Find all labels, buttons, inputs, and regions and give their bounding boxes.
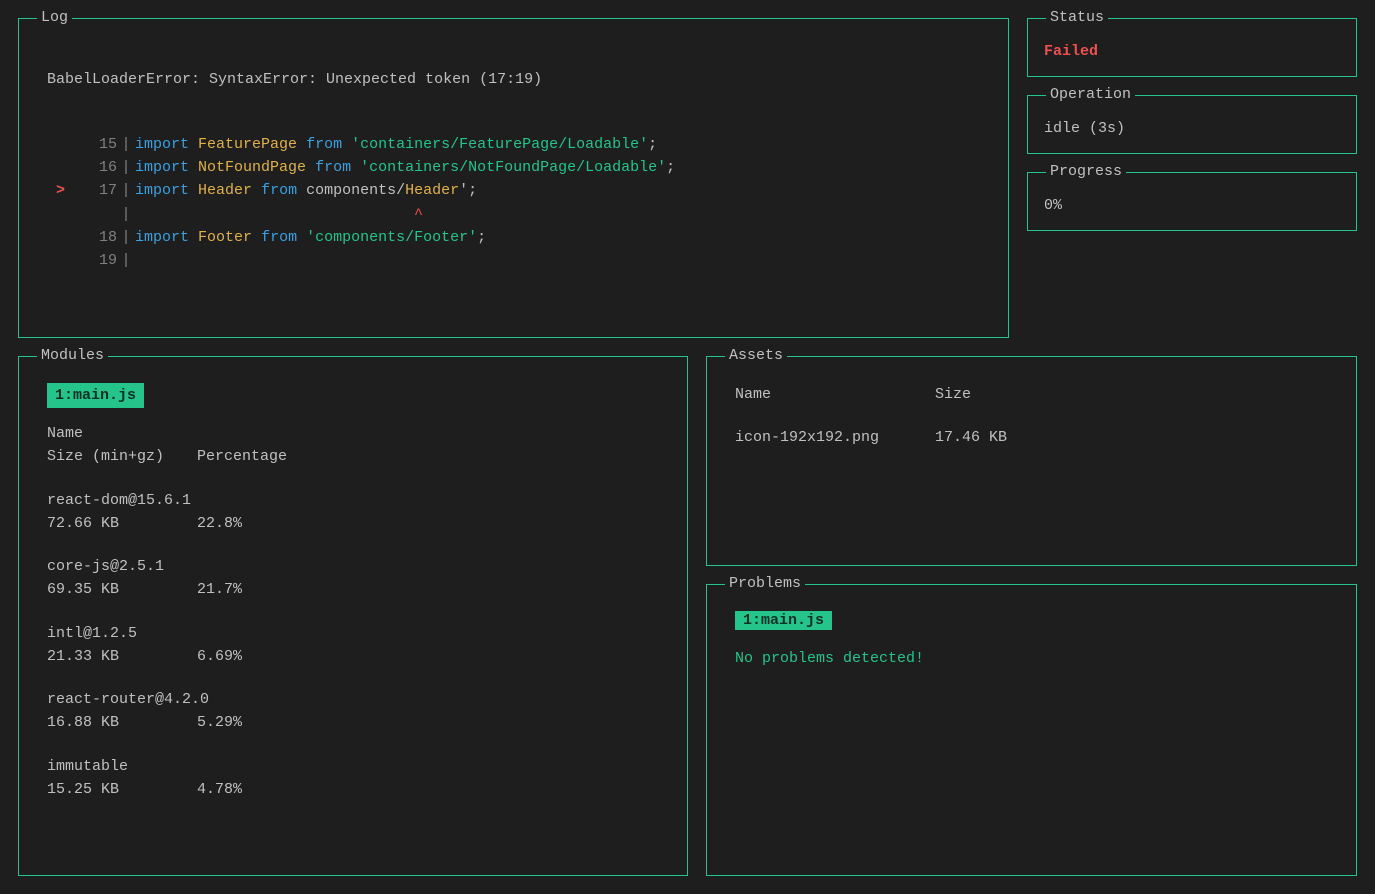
module-name: intl@1.2.5 [47,622,669,645]
log-panel-title: Log [37,9,72,26]
assets-header-size: Size [935,383,971,406]
module-pct: 21.7% [197,578,242,601]
log-body: BabelLoaderError: SyntaxError: Unexpecte… [37,45,990,319]
module-size: 16.88 KB [47,711,197,734]
assets-panel-title: Assets [725,347,787,364]
log-error-header: BabelLoaderError: SyntaxError: Unexpecte… [47,68,990,91]
module-size: 69.35 KB [47,578,197,601]
module-name: immutable [47,755,669,778]
problems-badge[interactable]: 1:main.js [735,611,832,630]
log-panel: Log BabelLoaderError: SyntaxError: Unexp… [18,18,1009,338]
module-pct: 4.78% [197,778,242,801]
modules-header-name: Name [47,422,669,445]
code-line: 18 | import Footer from 'components/Foot… [47,226,675,249]
modules-headers: Name Size (min+gz) Percentage [47,422,669,469]
module-item: immutable 15.25 KB 4.78% [47,755,669,802]
assets-panel: Assets Name Size icon-192x192.png 17.46 … [706,356,1357,566]
code-block: 15 | import FeaturePage from 'containers… [47,133,675,273]
module-pct: 6.69% [197,645,242,668]
module-item: intl@1.2.5 21.33 KB 6.69% [47,622,669,669]
status-value: Failed [1044,43,1340,60]
caret-line: | ^ [47,203,675,226]
assets-header-name: Name [735,383,935,406]
progress-panel-title: Progress [1046,163,1126,180]
error-marker-icon: > [47,179,65,202]
caret-icon: ^ [414,206,423,223]
module-size: 72.66 KB [47,512,197,535]
problems-message: No problems detected! [735,650,1338,667]
module-item: react-router@4.2.0 16.88 KB 5.29% [47,688,669,735]
progress-panel: Progress 0% [1027,172,1357,231]
asset-size: 17.46 KB [935,426,1007,449]
module-pct: 5.29% [197,711,242,734]
modules-panel-title: Modules [37,347,108,364]
module-name: core-js@2.5.1 [47,555,669,578]
module-item: core-js@2.5.1 69.35 KB 21.7% [47,555,669,602]
code-line: 15 | import FeaturePage from 'containers… [47,133,675,156]
code-line: 16 | import NotFoundPage from 'container… [47,156,675,179]
module-size: 21.33 KB [47,645,197,668]
module-name: react-dom@15.6.1 [47,489,669,512]
module-pct: 22.8% [197,512,242,535]
modules-badge[interactable]: 1:main.js [47,383,144,408]
modules-header-size: Size (min+gz) [47,445,197,468]
module-size: 15.25 KB [47,778,197,801]
module-item: react-dom@15.6.1 72.66 KB 22.8% [47,489,669,536]
asset-item: icon-192x192.png 17.46 KB [735,426,1338,449]
status-panel: Status Failed [1027,18,1357,77]
assets-headers: Name Size [735,383,1338,406]
asset-name: icon-192x192.png [735,426,935,449]
operation-value: idle (3s) [1044,120,1340,137]
problems-panel-title: Problems [725,575,805,592]
modules-header-pct: Percentage [197,445,287,468]
code-line-error: > 17 | import Header from components/Hea… [47,179,675,202]
operation-panel: Operation idle (3s) [1027,95,1357,154]
code-line: 19 | [47,249,675,272]
status-panel-title: Status [1046,9,1108,26]
problems-panel: Problems 1:main.js No problems detected! [706,584,1357,876]
module-name: react-router@4.2.0 [47,688,669,711]
progress-value: 0% [1044,197,1340,214]
modules-panel: Modules 1:main.js Name Size (min+gz) Per… [18,356,688,876]
operation-panel-title: Operation [1046,86,1135,103]
